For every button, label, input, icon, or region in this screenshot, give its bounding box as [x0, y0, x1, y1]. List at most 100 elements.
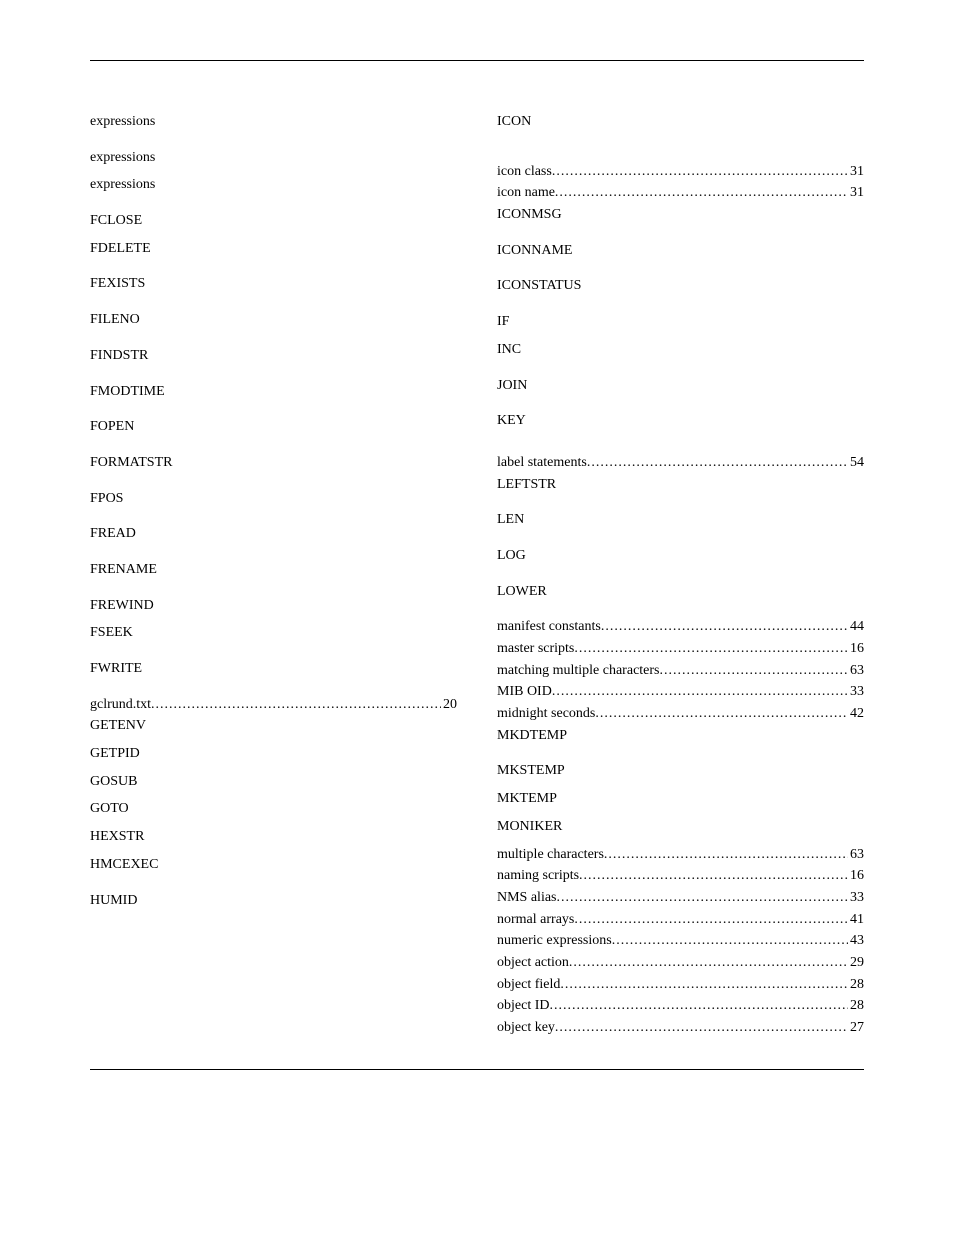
index-page-number: 33 [848, 887, 864, 909]
index-heading: LOWER [497, 581, 864, 603]
index-heading: GOSUB [90, 771, 457, 793]
index-heading-label: KEY [497, 410, 526, 432]
index-heading-label: HUMID [90, 890, 137, 912]
index-heading-label: ICONSTATUS [497, 275, 581, 297]
index-heading-label: ICONNAME [497, 240, 572, 262]
index-column-right: ICONicon class31icon name31ICONMSGICONNA… [497, 111, 864, 1039]
index-page-number: 41 [848, 909, 864, 931]
document-page: expressionsexpressionsexpressionsFCLOSEF… [0, 0, 954, 1110]
index-heading: FDELETE [90, 238, 457, 260]
index-page-number: 43 [848, 930, 864, 952]
index-heading-label: ICON [497, 111, 531, 133]
index-heading: FREAD [90, 523, 457, 545]
index-entry: matching multiple characters63 [497, 660, 864, 682]
index-heading-label: IF [497, 311, 509, 333]
index-column-left: expressionsexpressionsexpressionsFCLOSEF… [90, 111, 457, 1039]
index-heading: FPOS [90, 488, 457, 510]
dot-leader [601, 616, 848, 638]
index-entry: manifest constants44 [497, 616, 864, 638]
index-entry-label: icon name [497, 182, 555, 204]
index-heading-label: FDELETE [90, 238, 151, 260]
index-heading-label: FWRITE [90, 658, 142, 680]
index-entry-label: master scripts [497, 638, 574, 660]
index-entry: NMS alias 33 [497, 887, 864, 909]
index-heading-label: HEXSTR [90, 826, 144, 848]
index-heading-label: expressions [90, 111, 155, 133]
index-entry-label: numeric expressions [497, 930, 612, 952]
top-rule [90, 60, 864, 61]
index-page-number: 31 [848, 182, 864, 204]
index-page-number: 28 [848, 974, 864, 996]
dot-leader [552, 161, 848, 183]
index-heading-label: ICONMSG [497, 204, 562, 226]
index-heading: HMCEXEC [90, 854, 457, 876]
index-heading: FEXISTS [90, 273, 457, 295]
index-heading: expressions [90, 147, 457, 169]
index-heading-label: FRENAME [90, 559, 157, 581]
dot-leader [660, 660, 849, 682]
index-heading: ICONSTATUS [497, 275, 864, 297]
index-heading-label: LEN [497, 509, 524, 531]
index-page-number: 28 [848, 995, 864, 1017]
index-entry-label: gclrund.txt [90, 694, 151, 716]
index-page-number: 54 [848, 452, 864, 474]
index-heading: expressions [90, 111, 457, 133]
dot-leader [569, 952, 848, 974]
index-entry-label: object key [497, 1017, 555, 1039]
index-entry: object key 27 [497, 1017, 864, 1039]
index-heading: FREWIND [90, 595, 457, 617]
index-heading: MKSTEMP [497, 760, 864, 782]
index-heading: HUMID [90, 890, 457, 912]
index-entry: multiple characters63 [497, 844, 864, 866]
index-heading-label: FINDSTR [90, 345, 148, 367]
index-entry-label: MIB OID [497, 681, 552, 703]
dot-leader [555, 1017, 848, 1039]
index-heading-label: FSEEK [90, 622, 133, 644]
index-heading-label: FREAD [90, 523, 136, 545]
index-heading-label: LOWER [497, 581, 547, 603]
index-entry: numeric expressions 43 [497, 930, 864, 952]
index-heading: LEN [497, 509, 864, 531]
index-heading: GOTO [90, 798, 457, 820]
index-columns: expressionsexpressionsexpressionsFCLOSEF… [90, 111, 864, 1039]
index-heading: FORMATSTR [90, 452, 457, 474]
index-heading: HEXSTR [90, 826, 457, 848]
index-heading-label: FORMATSTR [90, 452, 172, 474]
index-heading: FILENO [90, 309, 457, 331]
index-entry: object action29 [497, 952, 864, 974]
index-heading: FSEEK [90, 622, 457, 644]
index-heading-label: FREWIND [90, 595, 154, 617]
index-heading-label: LOG [497, 545, 526, 567]
index-heading-label: GOSUB [90, 771, 137, 793]
index-entry-label: NMS alias [497, 887, 557, 909]
index-heading: FMODTIME [90, 381, 457, 403]
dot-leader [555, 182, 848, 204]
index-page-number: 27 [848, 1017, 864, 1039]
index-heading-label: FPOS [90, 488, 123, 510]
dot-leader [574, 909, 848, 931]
index-heading-label: GETPID [90, 743, 140, 765]
index-entry-label: manifest constants [497, 616, 601, 638]
dot-leader [574, 638, 848, 660]
index-heading-label: FILENO [90, 309, 140, 331]
index-entry: MIB OID33 [497, 681, 864, 703]
index-heading-label: GOTO [90, 798, 129, 820]
index-heading: KEY [497, 410, 864, 432]
dot-leader [549, 995, 848, 1017]
index-heading: FINDSTR [90, 345, 457, 367]
index-heading: IF [497, 311, 864, 333]
index-heading: FCLOSE [90, 210, 457, 232]
index-heading: GETPID [90, 743, 457, 765]
index-heading-label: HMCEXEC [90, 854, 158, 876]
index-entry: gclrund.txt20 [90, 694, 457, 716]
index-heading: FRENAME [90, 559, 457, 581]
index-page-number: 16 [848, 638, 864, 660]
dot-leader [552, 681, 848, 703]
index-heading-label: MKSTEMP [497, 760, 565, 782]
index-heading-label: FMODTIME [90, 381, 165, 403]
index-entry: naming scripts16 [497, 865, 864, 887]
index-heading: FOPEN [90, 416, 457, 438]
index-heading-label: MKDTEMP [497, 725, 567, 747]
index-entry: master scripts 16 [497, 638, 864, 660]
index-page-number: 29 [848, 952, 864, 974]
